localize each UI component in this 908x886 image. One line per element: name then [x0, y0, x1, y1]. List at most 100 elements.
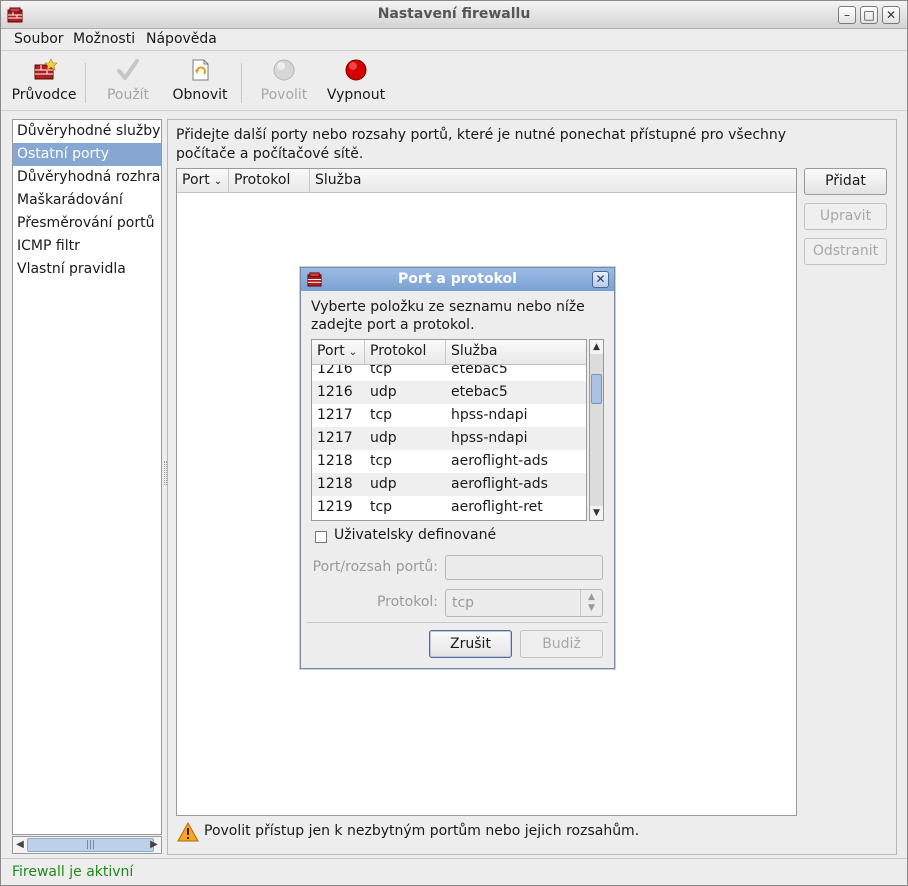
- column-port[interactable]: Port ⌄: [177, 169, 229, 193]
- toolbar: Průvodce Použít Obnovit Povolit Vypnout: [1, 53, 907, 111]
- row-port: 1217: [317, 430, 353, 446]
- edit-button[interactable]: Upravit: [804, 203, 887, 230]
- scroll-down-arrow-icon[interactable]: ▼: [590, 506, 603, 520]
- column-protocol[interactable]: Protokol: [229, 169, 310, 193]
- row-protocol: udp: [370, 430, 397, 446]
- sidebar-item-masquerading[interactable]: Maškarádování: [13, 189, 161, 212]
- title-bar[interactable]: Nastavení firewallu – □ ✕: [1, 1, 907, 29]
- dialog-column-protocol[interactable]: Protokol: [365, 340, 446, 365]
- scrollbar-thumb[interactable]: [591, 374, 602, 404]
- dialog-column-port[interactable]: Port ⌄: [312, 340, 365, 365]
- port-service-list-header: Port ⌄ Protokol Služba: [312, 340, 586, 365]
- scroll-left-arrow-icon[interactable]: ◀: [13, 837, 27, 853]
- row-service: hpss-ndapi: [451, 407, 528, 423]
- sidebar-item-port-forwarding[interactable]: Přesměrování portů: [13, 212, 161, 235]
- port-service-list[interactable]: Port ⌄ Protokol Služba 1216 tcp etebac5 1…: [311, 339, 587, 521]
- ports-list-header: Port ⌄ Protokol Služba: [177, 169, 796, 193]
- checkmark-icon: [117, 59, 139, 80]
- apply-label: Použít: [106, 87, 150, 103]
- port-range-label: Port/rozsah portů:: [312, 559, 438, 575]
- sidebar-item-custom-rules[interactable]: Vlastní pravidla: [13, 258, 161, 281]
- toolbar-separator: [241, 63, 242, 103]
- user-defined-label[interactable]: Uživatelsky definované: [334, 527, 496, 543]
- dialog-title-bar[interactable]: Port a protokol ✕: [301, 268, 614, 291]
- sort-chevron-icon: ⌄: [348, 347, 358, 358]
- enable-label: Povolit: [260, 87, 308, 103]
- protocol-combobox[interactable]: tcp ▲ ▼: [445, 589, 603, 617]
- close-window-button[interactable]: ✕: [882, 6, 900, 24]
- ok-button[interactable]: Budiž: [520, 630, 603, 658]
- menu-bar: Soubor Možnosti Nápověda: [1, 29, 907, 51]
- row-port: 1218: [317, 476, 353, 492]
- row-protocol: udp: [370, 384, 397, 400]
- warning-icon: [177, 822, 199, 842]
- category-sidebar: Důvěryhodné služby Ostatní porty Důvěryh…: [12, 119, 162, 835]
- row-port: 1216: [317, 384, 353, 400]
- menu-options[interactable]: Možnosti: [73, 31, 135, 47]
- dialog-column-service[interactable]: Služba: [446, 340, 586, 365]
- sidebar-item-icmp-filter[interactable]: ICMP filtr: [13, 235, 161, 258]
- column-service-label: Služba: [315, 172, 362, 188]
- list-row[interactable]: 1216 udp etebac5: [312, 381, 586, 404]
- scrollbar-thumb[interactable]: |||: [27, 838, 154, 852]
- row-service: hpss-ndapi: [451, 430, 528, 446]
- list-row[interactable]: 1217 tcp hpss-ndapi: [312, 404, 586, 427]
- list-row[interactable]: 1219 tcp aeroflight-ret: [312, 496, 586, 519]
- port-range-input[interactable]: [445, 555, 603, 580]
- reload-label: Obnovit: [172, 87, 228, 103]
- updown-chevron-icon: ▲ ▼: [580, 590, 602, 616]
- enable-button[interactable]: Povolit: [253, 57, 315, 109]
- apply-button[interactable]: Použít: [97, 57, 159, 109]
- dialog-column-service-label: Služba: [451, 343, 498, 359]
- scroll-up-arrow-icon[interactable]: ▲: [590, 340, 603, 354]
- sidebar-item-trusted-interfaces[interactable]: Důvěryhodná rozhraní: [13, 166, 161, 189]
- dialog-column-port-label: Port: [317, 343, 345, 359]
- list-row[interactable]: 1217 udp hpss-ndapi: [312, 427, 586, 450]
- menu-file[interactable]: Soubor: [14, 31, 64, 47]
- sidebar-horizontal-scrollbar[interactable]: ◀ ||| ▶: [12, 836, 162, 854]
- menu-help[interactable]: Nápověda: [146, 31, 217, 47]
- wizard-icon: [34, 58, 58, 80]
- row-service: etebac5: [451, 384, 508, 400]
- firewall-window: Nastavení firewallu – □ ✕ Soubor Možnost…: [0, 0, 908, 886]
- column-service[interactable]: Služba: [310, 169, 796, 193]
- status-bar: Firewall je aktivní: [1, 858, 907, 885]
- scroll-right-arrow-icon[interactable]: ▶: [147, 837, 161, 853]
- column-protocol-label: Protokol: [234, 172, 291, 188]
- list-row[interactable]: 1218 udp aeroflight-ads: [312, 473, 586, 496]
- user-defined-checkbox[interactable]: [315, 531, 327, 543]
- row-protocol: tcp: [370, 453, 393, 469]
- sort-chevron-icon: ⌄: [213, 176, 223, 187]
- warning-text: Povolit přístup jen k nezbytným portům n…: [204, 823, 640, 839]
- firewall-status: Firewall je aktivní: [12, 864, 134, 880]
- red-circle-icon: [345, 59, 367, 81]
- wizard-label: Průvodce: [11, 87, 77, 103]
- sidebar-item-trusted-services[interactable]: Důvěryhodné služby: [13, 120, 161, 143]
- dialog-separator: [307, 622, 608, 623]
- add-button[interactable]: Přidat: [804, 168, 887, 195]
- dialog-close-button[interactable]: ✕: [592, 271, 609, 288]
- row-service: aeroflight-ads: [451, 476, 548, 492]
- dialog-column-protocol-label: Protokol: [370, 343, 427, 359]
- remove-button[interactable]: Odstranit: [804, 238, 887, 265]
- dialog-title: Port a protokol: [398, 271, 517, 287]
- reload-button[interactable]: Obnovit: [169, 57, 231, 109]
- wizard-button[interactable]: Průvodce: [11, 57, 77, 109]
- row-port: 1217: [317, 407, 353, 423]
- disable-button[interactable]: Vypnout: [325, 57, 387, 109]
- row-service: aeroflight-ads: [451, 453, 548, 469]
- gray-circle-icon: [273, 59, 295, 81]
- list-vertical-scrollbar[interactable]: ▲ ▼: [589, 339, 604, 521]
- protocol-value: tcp: [452, 595, 475, 611]
- dialog-description: Vyberte položku ze seznamu nebo níže zad…: [311, 299, 585, 333]
- maximize-button[interactable]: □: [860, 6, 878, 24]
- list-row[interactable]: 1218 tcp aeroflight-ads: [312, 450, 586, 473]
- sidebar-item-other-ports[interactable]: Ostatní porty: [13, 143, 161, 166]
- port-protocol-dialog: Port a protokol ✕ Vyberte položku ze sez…: [300, 267, 615, 669]
- other-ports-description: Přidejte další porty nebo rozsahy portů,…: [176, 127, 787, 162]
- cancel-button[interactable]: Zrušit: [429, 630, 512, 658]
- row-service: aeroflight-ret: [451, 499, 543, 515]
- row-protocol: tcp: [370, 407, 393, 423]
- row-protocol: udp: [370, 476, 397, 492]
- minimize-button[interactable]: –: [838, 6, 856, 24]
